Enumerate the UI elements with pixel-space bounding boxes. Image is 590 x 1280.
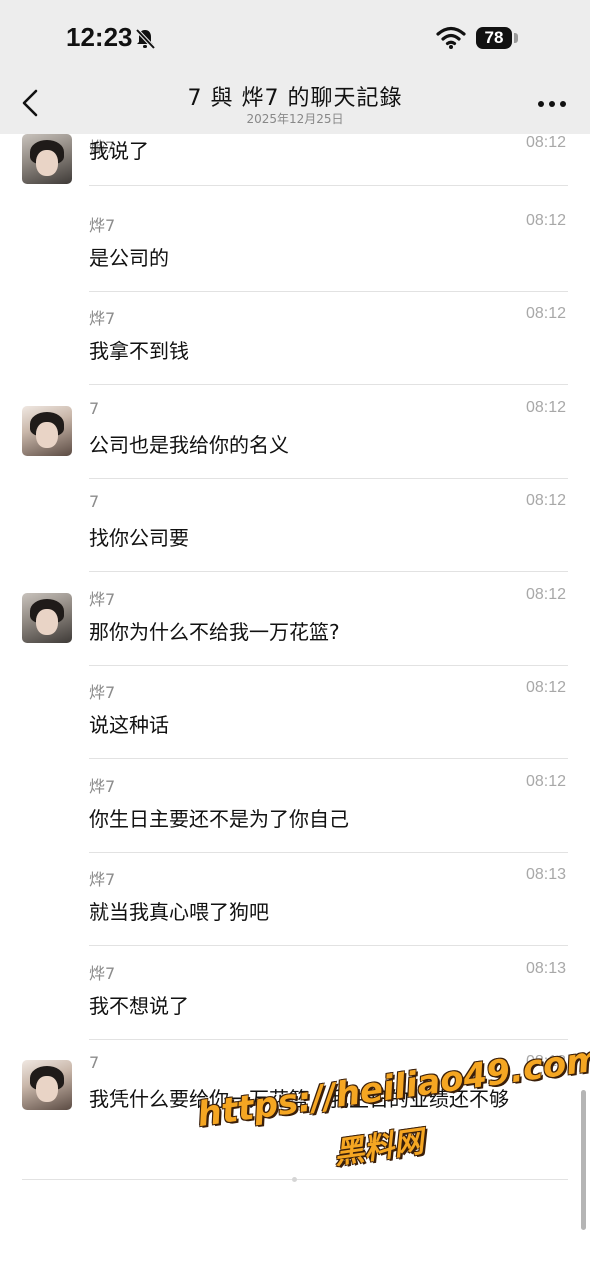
message-time: 08:13 xyxy=(525,960,566,977)
nav-bar: 7 與 烨7 的聊天記錄 2025年12月25日 xyxy=(0,70,590,134)
message-sender: 7 xyxy=(89,1053,100,1072)
message-text: 公司也是我给你的名义 xyxy=(89,433,289,457)
chat-record-list[interactable]: 烨7 08:12 我说了 烨7 08:12 是公司的 烨7 08:12 我拿不到… xyxy=(0,134,590,1280)
message-item[interactable]: 烨7 08:12 那你为什么不给我一万花篮? xyxy=(0,573,590,666)
loading-indicator xyxy=(292,1177,297,1182)
message-item[interactable]: 7 08:13 我凭什么要给你一万花篮，我生日的业绩还不够 xyxy=(0,1040,590,1180)
message-time: 08:12 xyxy=(525,305,566,322)
bell-slash-icon xyxy=(135,28,156,50)
message-text: 我不想说了 xyxy=(89,994,189,1018)
avatar[interactable] xyxy=(22,134,72,184)
battery-tip xyxy=(514,33,518,43)
message-item[interactable]: 烨7 08:12 是公司的 xyxy=(0,199,590,292)
avatar[interactable] xyxy=(22,406,72,456)
message-text: 那你为什么不给我一万花篮? xyxy=(89,620,340,644)
scrollbar[interactable] xyxy=(581,1090,586,1230)
page-title: 7 與 烨7 的聊天記錄 xyxy=(187,86,403,111)
message-text: 说这种话 xyxy=(89,713,169,737)
message-time: 08:12 xyxy=(525,586,566,603)
divider xyxy=(89,185,568,186)
chat-history-screen: 12:23 78 7 與 烨7 的聊天記錄 2025年12月25日 烨7 08:… xyxy=(0,0,590,1280)
message-text: 找你公司要 xyxy=(89,526,189,550)
message-time: 08:12 xyxy=(525,773,566,790)
message-time: 08:13 xyxy=(525,866,566,883)
message-sender: 烨7 xyxy=(89,590,116,609)
message-item[interactable]: 烨7 08:12 我拿不到钱 xyxy=(0,292,590,385)
message-sender: 7 xyxy=(89,399,100,418)
message-item[interactable]: 烨7 08:12 说这种话 xyxy=(0,666,590,759)
message-text: 就当我真心喂了狗吧 xyxy=(89,900,269,924)
message-sender: 烨7 xyxy=(89,870,116,889)
message-text: 我说了 xyxy=(89,139,149,163)
message-text: 我拿不到钱 xyxy=(89,339,189,363)
message-item[interactable]: 7 08:12 公司也是我给你的名义 xyxy=(0,386,590,479)
message-sender: 烨7 xyxy=(89,309,116,328)
page-subtitle-date: 2025年12月25日 xyxy=(246,112,344,126)
wifi-icon xyxy=(436,26,466,49)
message-sender: 烨7 xyxy=(89,683,116,702)
avatar[interactable] xyxy=(22,593,72,643)
avatar[interactable] xyxy=(22,1060,72,1110)
message-sender: 烨7 xyxy=(89,777,116,796)
status-time: 12:23 xyxy=(66,22,133,52)
divider xyxy=(89,945,568,946)
message-text: 是公司的 xyxy=(89,246,169,270)
divider xyxy=(89,571,568,572)
divider xyxy=(89,758,568,759)
message-sender: 烨7 xyxy=(89,964,116,983)
message-item[interactable]: 烨7 08:13 就当我真心喂了狗吧 xyxy=(0,853,590,946)
status-bar: 12:23 78 xyxy=(0,0,590,70)
message-time: 08:12 xyxy=(525,399,566,416)
message-sender: 烨7 xyxy=(89,216,116,235)
message-item[interactable]: 7 08:12 找你公司要 xyxy=(0,479,590,572)
message-time: 08:12 xyxy=(525,679,566,696)
message-time: 08:12 xyxy=(525,212,566,229)
divider xyxy=(89,384,568,385)
message-text: 你生日主要还不是为了你自己 xyxy=(89,807,349,831)
message-sender: 7 xyxy=(89,492,100,511)
battery-level: 78 xyxy=(476,27,512,49)
message-item[interactable]: 烨7 08:12 你生日主要还不是为了你自己 xyxy=(0,760,590,853)
message-item[interactable]: 烨7 08:13 我不想说了 xyxy=(0,947,590,1040)
message-time: 08:12 xyxy=(525,492,566,509)
more-dots-icon[interactable] xyxy=(537,100,567,108)
message-time: 08:13 xyxy=(525,1053,566,1070)
message-text: 我凭什么要给你一万花篮，我生日的业绩还不够 xyxy=(89,1087,509,1111)
